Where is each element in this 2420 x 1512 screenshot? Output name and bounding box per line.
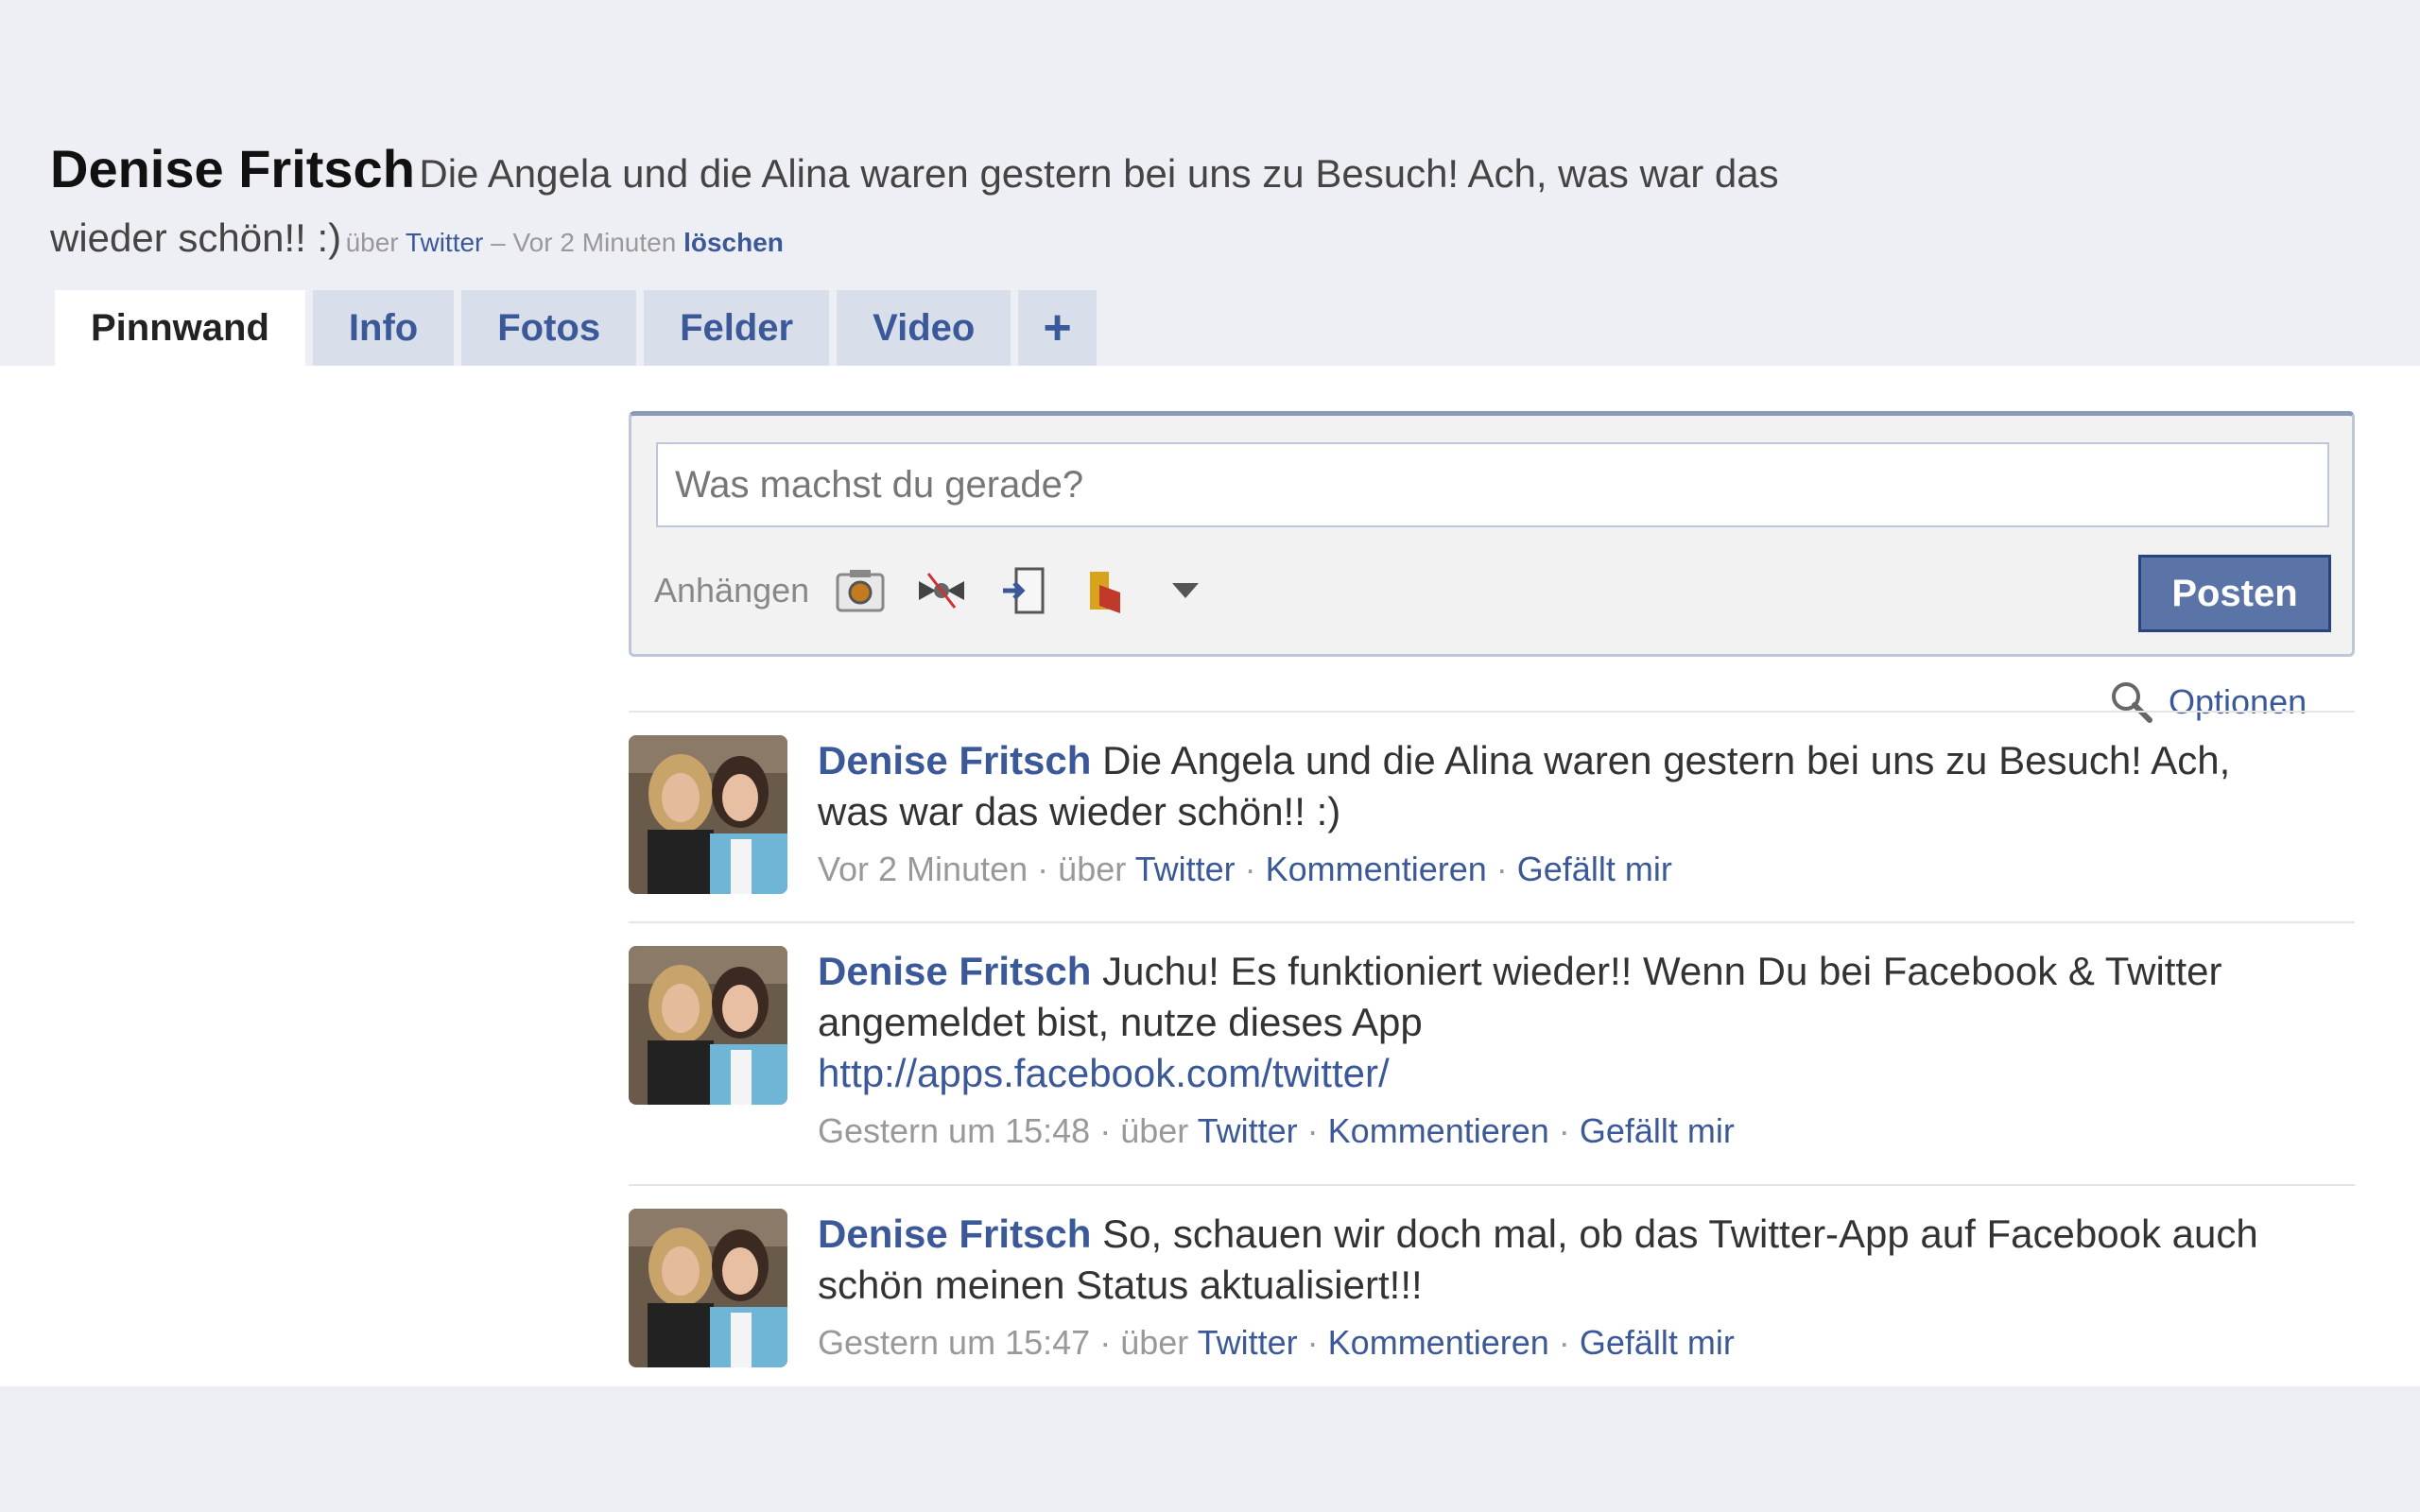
delete-status-link[interactable]: löschen bbox=[683, 228, 784, 257]
status-meta: über Twitter – Vor 2 Minuten löschen bbox=[346, 228, 784, 257]
post-button[interactable]: Posten bbox=[2138, 555, 2331, 632]
meta-dot: · bbox=[1495, 850, 1508, 888]
profile-header: Denise Fritsch Die Angela und die Alina … bbox=[50, 142, 1799, 275]
via-twitter-link[interactable]: Twitter bbox=[1198, 1323, 1298, 1362]
story-meta: Vor 2 Minuten · über Twitter · Kommentie… bbox=[818, 849, 2292, 890]
avatar[interactable] bbox=[629, 1209, 787, 1367]
story-text: Denise Fritsch Juchu! Es funktioniert wi… bbox=[818, 946, 2292, 1099]
story-divider bbox=[629, 921, 2355, 923]
footer-band bbox=[0, 1386, 2420, 1512]
event-icon[interactable] bbox=[915, 564, 968, 617]
status-composer: Anhängen bbox=[629, 411, 2355, 657]
profile-name[interactable]: Denise Fritsch bbox=[50, 139, 415, 198]
via-label: über bbox=[1058, 850, 1127, 888]
story-time[interactable]: Vor 2 Minuten bbox=[818, 850, 1028, 888]
photo-icon[interactable] bbox=[834, 564, 887, 617]
tab-info[interactable]: Info bbox=[312, 290, 455, 366]
tab-pinnwand[interactable]: Pinnwand bbox=[55, 290, 305, 366]
magnifier-icon bbox=[2112, 682, 2152, 723]
avatar[interactable] bbox=[629, 735, 787, 894]
via-twitter-link[interactable]: Twitter bbox=[406, 228, 483, 257]
meta-dot: · bbox=[1244, 850, 1256, 888]
meta-dot: · bbox=[1099, 1323, 1112, 1362]
via-twitter-link[interactable]: Twitter bbox=[1135, 850, 1236, 888]
meta-dot: · bbox=[1306, 1111, 1319, 1150]
story-body: Denise Fritsch Die Angela und die Alina … bbox=[818, 735, 2292, 890]
story-text: Denise Fritsch So, schauen wir doch mal,… bbox=[818, 1209, 2292, 1311]
story-author-link[interactable]: Denise Fritsch bbox=[818, 738, 1091, 782]
story-meta: Gestern um 15:48 · über Twitter · Kommen… bbox=[818, 1110, 2292, 1152]
status-time: Vor 2 Minuten bbox=[512, 228, 677, 257]
via-twitter-link[interactable]: Twitter bbox=[1198, 1111, 1298, 1150]
tab-felder[interactable]: Felder bbox=[644, 290, 830, 366]
meta-dot: · bbox=[1037, 850, 1049, 888]
meta-dot: · bbox=[1558, 1111, 1570, 1150]
profile-tabs: Pinnwand Info Fotos Felder Video + bbox=[55, 290, 1104, 366]
attach-row: Anhängen bbox=[654, 558, 1240, 624]
status-input[interactable] bbox=[656, 442, 2329, 527]
story-divider bbox=[629, 1184, 2355, 1186]
meta-dot: · bbox=[1558, 1323, 1570, 1362]
link-icon[interactable] bbox=[996, 564, 1049, 617]
via-label: über bbox=[1120, 1111, 1189, 1150]
chevron-down-icon[interactable] bbox=[1159, 564, 1212, 617]
add-tab-button[interactable]: + bbox=[1018, 290, 1097, 366]
avatar[interactable] bbox=[629, 946, 787, 1105]
story-body: Denise Fritsch So, schauen wir doch mal,… bbox=[818, 1209, 2292, 1364]
comment-link[interactable]: Kommentieren bbox=[1266, 850, 1487, 888]
like-link[interactable]: Gefällt mir bbox=[1580, 1111, 1735, 1150]
like-link[interactable]: Gefällt mir bbox=[1517, 850, 1672, 888]
video-icon[interactable] bbox=[1078, 564, 1131, 617]
comment-link[interactable]: Kommentieren bbox=[1328, 1111, 1549, 1150]
tab-fotos[interactable]: Fotos bbox=[461, 290, 637, 366]
via-label: über bbox=[1120, 1323, 1189, 1362]
story-time[interactable]: Gestern um 15:48 bbox=[818, 1111, 1090, 1150]
options-label: Optionen bbox=[2169, 682, 2308, 721]
story-time[interactable]: Gestern um 15:47 bbox=[818, 1323, 1090, 1362]
meta-separator: – bbox=[491, 228, 506, 257]
meta-dot: · bbox=[1306, 1323, 1319, 1362]
story-divider bbox=[629, 711, 2355, 713]
like-link[interactable]: Gefällt mir bbox=[1580, 1323, 1735, 1362]
meta-dot: · bbox=[1099, 1111, 1112, 1150]
tab-video[interactable]: Video bbox=[837, 290, 1011, 366]
story-author-link[interactable]: Denise Fritsch bbox=[818, 949, 1091, 993]
options-link[interactable]: Optionen bbox=[2108, 679, 2307, 726]
attach-label: Anhängen bbox=[654, 571, 810, 610]
comment-link[interactable]: Kommentieren bbox=[1328, 1323, 1549, 1362]
story-meta: Gestern um 15:47 · über Twitter · Kommen… bbox=[818, 1322, 2292, 1364]
story-author-link[interactable]: Denise Fritsch bbox=[818, 1211, 1091, 1256]
story-body: Denise Fritsch Juchu! Es funktioniert wi… bbox=[818, 946, 2292, 1152]
via-label: über bbox=[345, 228, 399, 257]
story-url-link[interactable]: http://apps.facebook.com/twitter/ bbox=[818, 1051, 1390, 1095]
story-text: Denise Fritsch Die Angela und die Alina … bbox=[818, 735, 2292, 837]
